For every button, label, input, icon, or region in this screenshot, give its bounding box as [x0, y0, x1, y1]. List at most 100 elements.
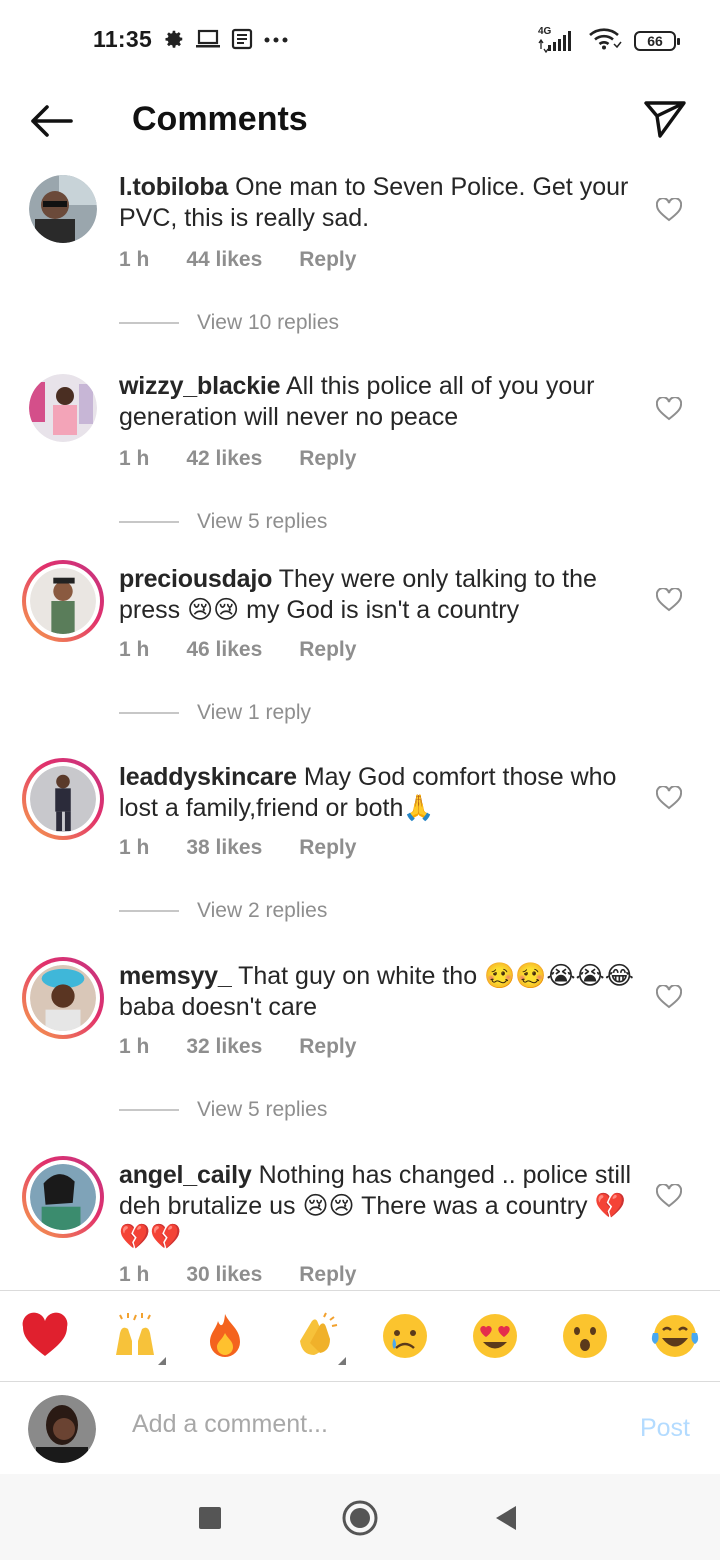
red-heart-icon — [22, 1312, 68, 1356]
avatar-ring-gap — [26, 1160, 100, 1234]
comment-username[interactable]: wizzy_blackie — [119, 372, 281, 400]
comment-body: leaddyskincare May God comfort those who… — [119, 762, 639, 824]
comment-meta: 1 h 42 likes Reply — [119, 447, 393, 471]
reply-button[interactable]: Reply — [299, 638, 356, 662]
comment-username[interactable]: memsyy_ — [119, 962, 232, 990]
heart-outline-icon[interactable] — [656, 985, 682, 1009]
emoji-reaction-bar — [0, 1290, 720, 1382]
heart-eyes-icon — [473, 1314, 517, 1358]
view-replies-label: View 10 replies — [197, 311, 340, 334]
comment-likes[interactable]: 38 likes — [186, 836, 262, 860]
tears-of-joy-emoji-button[interactable] — [650, 1311, 700, 1361]
page-title: Comments — [132, 100, 308, 138]
clapping-hands-icon — [300, 1312, 338, 1355]
comment-username[interactable]: l.tobiloba — [119, 173, 228, 201]
heart-outline-icon[interactable] — [656, 198, 682, 222]
comment-meta: 1 h 38 likes Reply — [119, 836, 393, 860]
arrow-left-icon — [31, 105, 73, 137]
avatar[interactable] — [22, 367, 104, 449]
avatar[interactable] — [22, 758, 104, 840]
comment-time: 1 h — [119, 1263, 150, 1286]
view-replies-button[interactable]: View 1 reply — [119, 701, 311, 725]
header: Comments — [0, 84, 720, 160]
news-icon — [231, 28, 253, 55]
raising-hands-icon — [116, 1313, 154, 1355]
home-button[interactable] — [340, 1498, 380, 1538]
avatar[interactable] — [22, 1156, 104, 1238]
avatar[interactable] — [22, 560, 104, 642]
recent-apps-button[interactable] — [190, 1498, 230, 1538]
view-replies-button[interactable]: View 5 replies — [119, 1098, 327, 1122]
comment-username[interactable]: preciousdajo — [119, 565, 272, 593]
avatar-image — [30, 766, 96, 832]
comment-body: memsyy_ That guy on white tho 🥴🥴😭😭😂baba … — [119, 961, 639, 1023]
avatar-image — [30, 965, 96, 1031]
view-replies-line — [119, 1109, 179, 1111]
comment-time: 1 h — [119, 836, 150, 859]
comment-likes[interactable]: 32 likes — [186, 1035, 262, 1059]
comment-username[interactable]: angel_caily — [119, 1161, 252, 1189]
comment-body: preciousdajo They were only talking to t… — [119, 564, 639, 626]
comment-likes[interactable]: 46 likes — [186, 638, 262, 662]
crying-face-icon — [383, 1314, 427, 1358]
crying-face-emoji-button[interactable] — [380, 1311, 430, 1361]
reply-button[interactable]: Reply — [299, 447, 356, 471]
reply-button[interactable]: Reply — [299, 1263, 356, 1287]
heart-eyes-emoji-button[interactable] — [470, 1311, 520, 1361]
avatar-ring-gap — [26, 961, 100, 1035]
comment-username[interactable]: leaddyskincare — [119, 763, 297, 791]
post-button[interactable]: Post — [640, 1414, 690, 1443]
tears-of-joy-icon — [651, 1315, 699, 1357]
comment-time: 1 h — [119, 248, 150, 271]
share-button[interactable] — [640, 96, 690, 142]
avatar[interactable] — [22, 168, 104, 250]
signal-icon: 4G — [536, 26, 576, 53]
view-replies-button[interactable]: View 2 replies — [119, 899, 327, 923]
avatar[interactable] — [22, 957, 104, 1039]
heart-outline-icon[interactable] — [656, 1184, 682, 1208]
comments-list[interactable]: l.tobiloba One man to Seven Police. Get … — [0, 160, 720, 1290]
comment-likes[interactable]: 44 likes — [186, 248, 262, 272]
comment-time: 1 h — [119, 447, 150, 470]
view-replies-label: View 5 replies — [197, 510, 328, 533]
system-nav-bar — [0, 1474, 720, 1560]
battery-icon: 66 — [634, 30, 680, 51]
comment-meta: 1 h 30 likes Reply — [119, 1263, 393, 1287]
view-replies-button[interactable]: View 10 replies — [119, 311, 339, 335]
add-comment-input[interactable] — [132, 1410, 612, 1439]
comment-likes[interactable]: 30 likes — [186, 1263, 262, 1287]
comment-time: 1 h — [119, 1035, 150, 1058]
system-back-button[interactable] — [486, 1498, 526, 1538]
back-button[interactable] — [26, 98, 76, 144]
avatar-ring-gap — [26, 564, 100, 638]
reply-button[interactable]: Reply — [299, 836, 356, 860]
variant-indicator — [158, 1357, 166, 1365]
surprised-face-emoji-button[interactable] — [560, 1311, 610, 1361]
fire-emoji-button[interactable] — [200, 1311, 250, 1361]
view-replies-label: View 1 reply — [197, 701, 312, 724]
current-user-avatar — [28, 1395, 96, 1463]
red-heart-emoji-button[interactable] — [20, 1311, 70, 1361]
surprised-face-icon — [563, 1314, 607, 1358]
view-replies-button[interactable]: View 5 replies — [119, 510, 327, 534]
paper-plane-icon — [644, 101, 686, 138]
raising-hands-emoji-button[interactable] — [110, 1311, 166, 1365]
avatar-image — [30, 568, 96, 634]
reply-button[interactable]: Reply — [299, 1035, 356, 1059]
comment-body: angel_caily Nothing has changed .. polic… — [119, 1160, 639, 1253]
avatar-ring-gap — [26, 762, 100, 836]
comment-meta: 1 h 46 likes Reply — [119, 638, 393, 662]
heart-outline-icon[interactable] — [656, 397, 682, 421]
heart-outline-icon[interactable] — [656, 588, 682, 612]
avatar-image — [30, 1164, 96, 1230]
reply-button[interactable]: Reply — [299, 248, 356, 272]
heart-outline-icon[interactable] — [656, 786, 682, 810]
comment-likes[interactable]: 42 likes — [186, 447, 262, 471]
comment-body: wizzy_blackie All this police all of you… — [119, 371, 639, 433]
fire-icon — [210, 1314, 240, 1357]
clapping-hands-emoji-button[interactable] — [290, 1311, 346, 1365]
view-replies-line — [119, 910, 179, 912]
triangle-back-icon — [496, 1506, 516, 1530]
status-time: 11:35 — [93, 26, 153, 52]
more-dots-icon — [263, 28, 289, 55]
